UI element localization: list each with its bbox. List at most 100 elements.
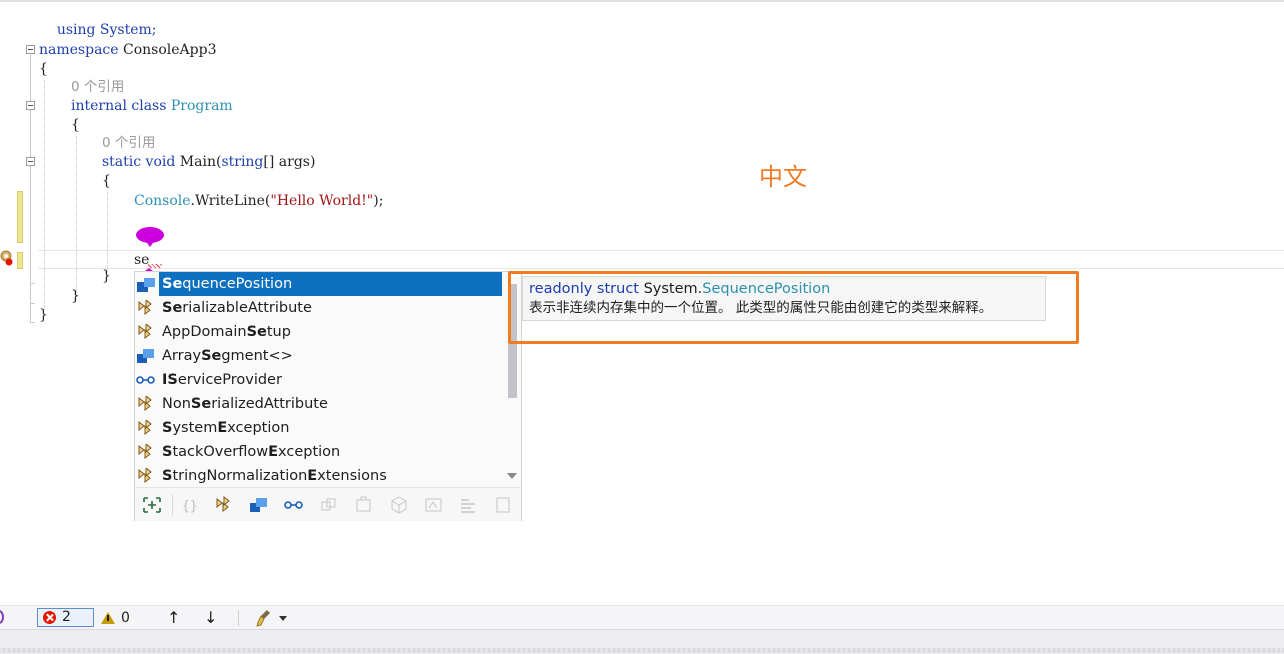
annotation-highlight-box — [508, 271, 1079, 344]
brace: { — [71, 117, 80, 133]
method-modifiers: static void — [102, 154, 176, 170]
fold-end-method — [30, 283, 35, 284]
completion-item[interactable]: StringNormalizationExtensions — [135, 464, 502, 488]
codelens-text[interactable]: 0 个引用 — [102, 135, 155, 151]
previous-issue-button[interactable]: ↑ — [167, 609, 180, 627]
completion-item[interactable]: NonSerializedAttribute — [135, 392, 502, 416]
codelens-text[interactable]: 0 个引用 — [71, 79, 124, 95]
fold-end-namespace — [30, 322, 35, 323]
ime-cursor-marker-icon — [136, 227, 164, 247]
completion-item-label: NonSerializedAttribute — [162, 396, 328, 412]
chevron-down-icon[interactable] — [279, 616, 287, 621]
completion-item[interactable]: IServiceProvider — [135, 368, 502, 392]
code-line-namespace: namespace ConsoleApp3 — [39, 41, 216, 60]
chinese-annotation: 中文 — [759, 163, 807, 191]
status-separator — [238, 610, 239, 626]
code-line-1: using System; — [39, 2, 157, 38]
brace: { — [39, 61, 48, 77]
filter-separator — [172, 494, 173, 516]
field-filter-icon[interactable] — [459, 496, 479, 514]
expand-icon[interactable] — [142, 496, 162, 514]
completion-item-label: IServiceProvider — [162, 372, 282, 388]
breakpoint-error-icon[interactable] — [0, 250, 14, 266]
completion-item[interactable]: StackOverflowException — [135, 440, 502, 464]
enum-filter-icon[interactable] — [319, 496, 339, 514]
completion-item[interactable]: SequencePosition — [159, 272, 502, 296]
code-line-console: Console.WriteLine("Hello World!"); — [134, 192, 383, 211]
intellisense-completion-list[interactable]: SequencePosition SerializableAttribute A… — [134, 271, 522, 521]
error-icon — [43, 611, 56, 624]
namespace-fold-toggle[interactable] — [26, 45, 35, 54]
namespace-name: ConsoleApp3 — [118, 42, 217, 58]
editor-status-bar: 2 0 ↑ ↓ — [0, 605, 1284, 630]
scroll-down-icon[interactable] — [507, 473, 517, 479]
health-icon[interactable] — [0, 610, 4, 624]
struct-icon — [137, 349, 154, 363]
class-icon — [138, 324, 152, 340]
indent-guide — [44, 80, 45, 310]
code-line-brace: } — [39, 306, 48, 325]
method-fold-toggle[interactable] — [26, 157, 35, 166]
delegate-filter-icon[interactable] — [354, 496, 374, 514]
namespace-icon[interactable]: {} — [179, 496, 199, 514]
completion-item-label: SystemException — [162, 420, 290, 436]
method-filter-icon[interactable] — [424, 496, 444, 514]
code-line-brace: { — [71, 116, 80, 135]
fold-guide-method — [30, 167, 31, 284]
class-icon — [138, 468, 152, 484]
completion-item-label: StringNormalizationExtensions — [162, 468, 387, 484]
completion-item-label: ArraySegment<> — [162, 348, 293, 364]
completion-item[interactable]: AppDomainSetup — [135, 320, 502, 344]
class-name: Program — [166, 98, 233, 114]
completion-item-label: SerializableAttribute — [162, 300, 312, 316]
class-icon — [138, 396, 152, 412]
bottom-panel-edge — [0, 648, 1284, 653]
brace: { — [102, 173, 111, 189]
code-cleanup-brush-icon[interactable] — [256, 609, 272, 627]
completion-item-label: AppDomainSetup — [162, 324, 291, 340]
struct-filter-icon[interactable] — [249, 496, 269, 514]
error-count: 2 — [62, 609, 71, 625]
completion-item-label: StackOverflowException — [162, 444, 341, 460]
codelens-references[interactable]: 0 个引用 — [71, 78, 124, 97]
completion-item-label: SequencePosition — [162, 276, 293, 292]
module-filter-icon[interactable] — [389, 496, 409, 514]
current-line-highlight — [38, 250, 1284, 269]
error-count-button[interactable]: 2 — [37, 608, 94, 627]
namespace-keyword: namespace — [39, 42, 119, 58]
writeline-call: .WriteLine( — [190, 193, 271, 209]
brace: } — [39, 307, 48, 323]
fold-end-class — [30, 303, 35, 304]
code-line-class: internal class Program — [71, 97, 233, 116]
codelens-references[interactable]: 0 个引用 — [102, 134, 155, 153]
code-line-brace: { — [102, 172, 111, 191]
completion-item[interactable]: ArraySegment<> — [135, 344, 502, 368]
next-issue-button[interactable]: ↓ — [204, 609, 217, 627]
param-type: string — [221, 154, 264, 170]
method-name: Main( — [175, 154, 222, 170]
brace: } — [71, 288, 80, 304]
code-line-brace: } — [71, 287, 80, 306]
class-filter-icon[interactable] — [214, 496, 234, 514]
class-icon — [138, 300, 152, 316]
class-icon — [138, 420, 152, 436]
interface-filter-icon[interactable] — [284, 496, 304, 514]
class-modifiers: internal class — [71, 98, 167, 114]
snippet-filter-icon[interactable] — [494, 496, 514, 514]
console-type: Console — [134, 193, 191, 209]
change-tracking-bar — [17, 252, 23, 269]
class-fold-toggle[interactable] — [26, 101, 35, 110]
code-line-brace: { — [39, 60, 48, 79]
completion-item[interactable]: SerializableAttribute — [135, 296, 502, 320]
completion-item[interactable]: SystemException — [135, 416, 502, 440]
code-line-method: static void Main(string[] args) — [102, 153, 315, 172]
warning-count[interactable]: 0 — [121, 606, 130, 630]
brace: } — [102, 268, 111, 284]
method-params: [] args) — [263, 154, 316, 170]
statement-end: ); — [373, 193, 384, 209]
string-literal: "Hello World!" — [270, 193, 374, 209]
warning-icon-mark — [107, 615, 109, 621]
change-tracking-bar — [17, 191, 23, 243]
interface-icon — [136, 376, 155, 384]
struct-icon — [137, 278, 155, 292]
